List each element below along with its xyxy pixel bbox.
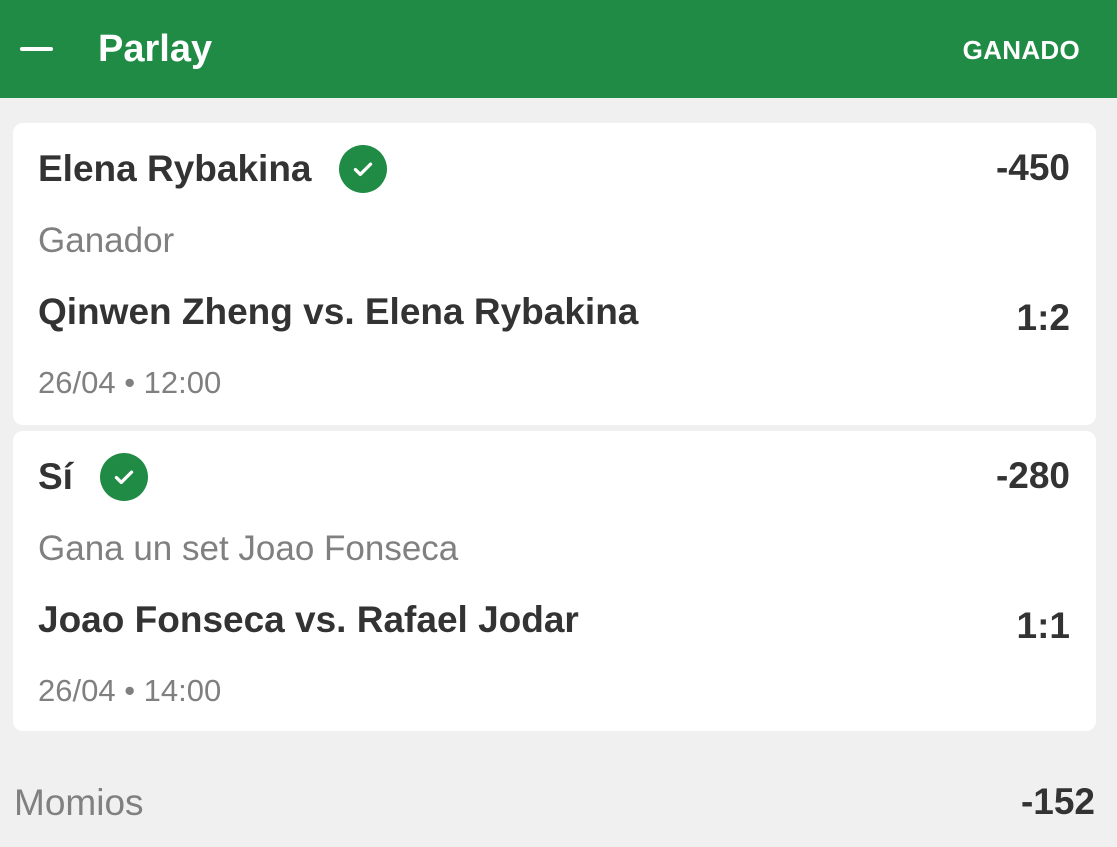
minus-icon[interactable] — [20, 47, 53, 51]
event-name: Qinwen Zheng vs. Elena Rybakina — [38, 291, 639, 332]
parlay-header[interactable]: Parlay GANADO — [0, 0, 1117, 98]
selection-name: Sí — [38, 456, 73, 497]
selection-odds: -450 — [995, 147, 1070, 188]
selection-row: Elena Rybakina — [38, 145, 387, 193]
total-odds-value: -152 — [1020, 781, 1095, 822]
market-name: Ganador — [38, 221, 175, 260]
bet-leg-card[interactable]: Sí -280 Gana un set Joao Fonseca Joao Fo… — [13, 431, 1096, 731]
event-name: Joao Fonseca vs. Rafael Jodar — [38, 599, 579, 640]
selection-odds: -280 — [995, 455, 1070, 496]
event-score: 1:2 — [1016, 297, 1070, 338]
selection-name: Elena Rybakina — [38, 148, 312, 189]
selection-row: Sí — [38, 453, 148, 501]
bet-type-title: Parlay — [98, 28, 213, 70]
bet-leg-card[interactable]: Elena Rybakina -450 Ganador Qinwen Zheng… — [13, 123, 1096, 425]
event-score: 1:1 — [1016, 605, 1070, 646]
event-datetime: 26/04 • 14:00 — [38, 673, 222, 708]
check-circle-icon — [338, 145, 387, 193]
event-datetime: 26/04 • 12:00 — [38, 365, 222, 400]
market-name: Gana un set Joao Fonseca — [38, 529, 459, 568]
check-circle-icon — [99, 453, 148, 501]
total-odds-label: Momios — [14, 782, 144, 823]
bet-status-label: GANADO — [962, 35, 1080, 65]
